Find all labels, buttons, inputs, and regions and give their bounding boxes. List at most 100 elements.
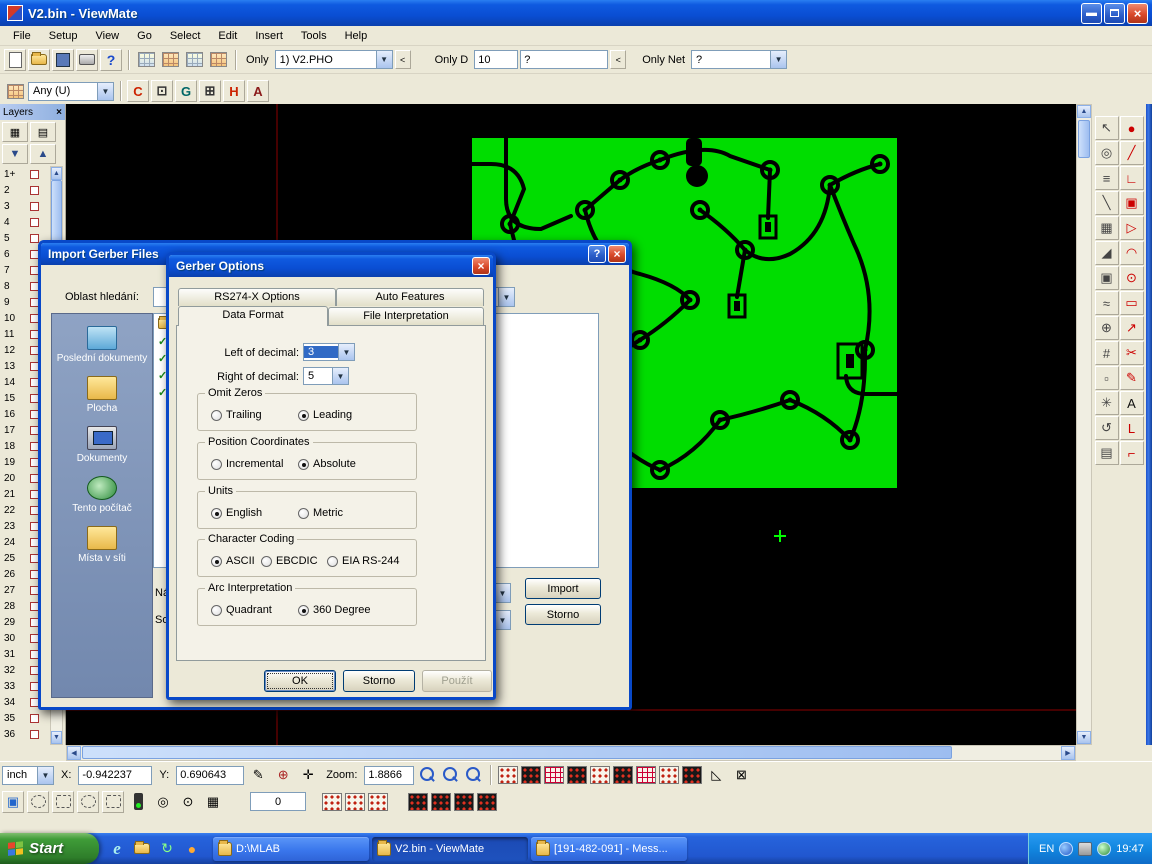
dropdown-arrow-icon[interactable]: ▼ [770, 51, 786, 68]
layer-color-swatch[interactable] [30, 202, 39, 211]
menu-item[interactable]: Select [161, 28, 210, 44]
ring-select-icon[interactable]: ⊙ [177, 791, 199, 813]
layer-color-swatch[interactable] [30, 186, 39, 195]
pad-display-icon[interactable] [431, 793, 451, 811]
only-dcode-label[interactable]: Only D [431, 54, 473, 66]
app-shortcut-icon[interactable]: ● [182, 839, 202, 859]
layer-move-down-icon[interactable]: ▼ [2, 144, 28, 164]
aperture-table-icon[interactable] [159, 49, 181, 71]
dialog-help-icon[interactable]: ? [588, 245, 606, 263]
highlight-state-icon[interactable] [127, 791, 149, 813]
draw-tool-icon[interactable]: ≡ [1095, 166, 1119, 190]
layer-color-swatch[interactable] [30, 218, 39, 227]
net-table-icon[interactable] [207, 49, 229, 71]
dot-grid-icon[interactable] [345, 793, 365, 811]
place-item[interactable]: Poslední dokumenty [52, 320, 152, 370]
layer-tool-icon[interactable]: ⊡ [157, 83, 168, 99]
keyboard-tray-icon[interactable] [1078, 842, 1092, 856]
draw-tool-icon[interactable]: ╲ [1095, 191, 1119, 215]
radio-icon[interactable] [211, 556, 222, 567]
only-net-label[interactable]: Only Net [638, 54, 689, 66]
select-window-icon[interactable] [27, 791, 49, 813]
place-item[interactable]: Plocha [52, 370, 152, 420]
display-mode-icon[interactable] [544, 766, 564, 784]
display-mode-icon[interactable] [498, 766, 518, 784]
radio-icon[interactable] [211, 508, 222, 519]
tab-data-format[interactable]: Data Format [178, 306, 328, 326]
origin-icon[interactable]: ⊕ [272, 764, 294, 786]
dropdown-arrow-icon[interactable]: ▼ [37, 767, 53, 784]
draw-tool-icon[interactable]: ≈ [1095, 291, 1119, 315]
grid-toggle-icon[interactable]: ▦ [202, 791, 224, 813]
draw-tool-icon[interactable]: ◢ [1095, 241, 1119, 265]
outline-mode-icon[interactable]: ⊠ [730, 764, 752, 786]
edit-tool-icon[interactable]: A [1127, 396, 1136, 411]
draw-tool-icon[interactable]: ↖ [1095, 116, 1119, 140]
draw-tool-icon[interactable]: ▫ [1095, 366, 1119, 390]
radio-incremental[interactable]: Incremental [211, 458, 283, 470]
radio-icon[interactable] [298, 410, 309, 421]
scroll-thumb[interactable] [1078, 120, 1090, 158]
draw-tool-icon[interactable]: ◎ [1095, 141, 1119, 165]
prev-layer-button[interactable]: < [395, 50, 411, 69]
language-indicator[interactable]: EN [1039, 843, 1054, 855]
zoom-selection-icon[interactable] [463, 765, 483, 785]
dropdown-arrow-icon[interactable]: ▼ [494, 584, 510, 602]
radio-icon[interactable] [298, 459, 309, 470]
display-mode-icon[interactable] [567, 766, 587, 784]
layer-tool-icon[interactable]: A [253, 84, 262, 99]
cancel-button[interactable]: Storno [343, 670, 415, 692]
layer-type-combo[interactable]: Any (U) ▼ [28, 82, 114, 101]
ok-button[interactable]: OK [264, 670, 336, 692]
edit-tool-icon[interactable]: ● [1128, 121, 1136, 136]
radio-eia-rs244[interactable]: EIA RS-244 [327, 555, 399, 567]
scroll-down-icon[interactable]: ▼ [1077, 731, 1091, 744]
measure-icon[interactable]: ✎ [247, 764, 269, 786]
edit-tool-icon[interactable]: ✎ [1126, 370, 1137, 386]
taskbar-task-button[interactable]: V2.bin - ViewMate [372, 837, 528, 861]
save-file-icon[interactable] [52, 49, 74, 71]
edit-tool-icon[interactable]: ✂ [1126, 345, 1137, 361]
layer-color-swatch[interactable] [30, 170, 39, 179]
layer-color-icon[interactable] [4, 80, 26, 102]
layer-tool-icon[interactable]: ⊞ [205, 83, 216, 99]
select-polygon-icon[interactable] [52, 791, 74, 813]
zoom-value[interactable]: 1.8866 [364, 766, 414, 785]
menu-item[interactable]: Edit [209, 28, 246, 44]
circle-select-icon[interactable]: ◎ [152, 791, 174, 813]
radio-360-degree[interactable]: 360 Degree [298, 604, 371, 616]
layer-tool-icon[interactable]: C [133, 84, 142, 99]
radio-trailing[interactable]: Trailing [211, 409, 262, 421]
dot-grid-icon[interactable] [368, 793, 388, 811]
menu-item[interactable]: Tools [292, 28, 336, 44]
prev-dcode-button[interactable]: < [610, 50, 626, 69]
dropdown-arrow-icon[interactable]: ▼ [494, 611, 510, 629]
layer-file-combo[interactable]: 1) V2.PHO ▼ [275, 50, 393, 69]
place-item[interactable]: Místa v síti [52, 520, 152, 570]
radio-ebcdic[interactable]: EBCDIC [261, 555, 318, 567]
scroll-left-icon[interactable]: ◀ [67, 746, 81, 760]
display-mode-icon[interactable] [682, 766, 702, 784]
canvas-vscrollbar[interactable]: ▲ ▼ [1076, 104, 1092, 745]
radio-icon[interactable] [298, 605, 309, 616]
sketch-mode-icon[interactable]: ◺ [705, 764, 727, 786]
draw-tool-icon[interactable]: ↺ [1095, 416, 1119, 440]
radio-icon[interactable] [298, 508, 309, 519]
close-button[interactable]: × [1127, 3, 1148, 24]
display-mode-icon[interactable] [659, 766, 679, 784]
radio-icon[interactable] [327, 556, 338, 567]
layer-color-swatch[interactable] [30, 714, 39, 723]
menu-item[interactable]: View [86, 28, 128, 44]
menu-item[interactable]: Setup [40, 28, 87, 44]
menu-item[interactable]: Go [128, 28, 161, 44]
dot-grid-icon[interactable] [322, 793, 342, 811]
menu-item[interactable]: Help [336, 28, 377, 44]
import-button[interactable]: Import [525, 578, 601, 599]
tab-auto-features[interactable]: Auto Features [336, 288, 484, 306]
gerber-dialog-titlebar[interactable]: Gerber Options × [169, 255, 493, 277]
dcode-input[interactable]: 10 [474, 50, 518, 69]
apply-button[interactable]: Použít [422, 670, 492, 692]
menu-item[interactable]: File [4, 28, 40, 44]
draw-tool-icon[interactable]: ⊕ [1095, 316, 1119, 340]
edit-tool-icon[interactable]: ▷ [1127, 220, 1137, 236]
